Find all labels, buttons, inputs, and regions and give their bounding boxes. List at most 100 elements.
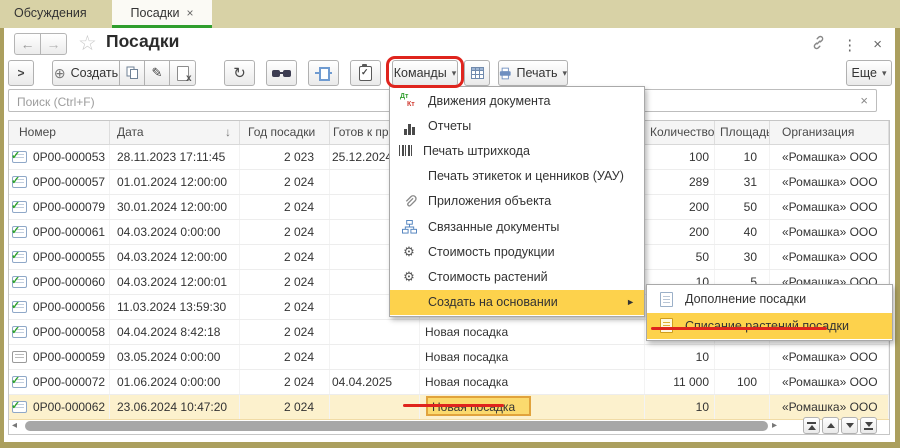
cell-number[interactable]: ✓ 0Р00-000055 [9, 245, 110, 269]
print-button[interactable]: Печать ▾ [498, 60, 568, 86]
go-last-button[interactable] [860, 417, 877, 434]
cell-date[interactable]: 04.04.2024 8:42:18 [110, 320, 240, 344]
cell-date[interactable]: 01.06.2024 0:00:00 [110, 370, 240, 394]
edit-button[interactable]: ✎ [144, 60, 170, 86]
tab-close-icon[interactable]: × [186, 6, 193, 20]
cell-status[interactable]: Новая посадка [420, 320, 645, 344]
panel-toggle-button[interactable]: > [8, 60, 34, 86]
cell-org[interactable]: «Ромашка» ООО [770, 370, 889, 394]
cell-year[interactable]: 2 024 [240, 395, 330, 419]
cell-qty[interactable]: 200 [645, 220, 715, 244]
table-view-button[interactable] [464, 60, 490, 86]
kebab-menu-icon[interactable]: ⋮ [842, 36, 857, 54]
refresh-button[interactable]: ↻ [224, 60, 255, 86]
cell-year[interactable]: 2 024 [240, 370, 330, 394]
cell-area[interactable]: 50 [715, 195, 770, 219]
cell-area[interactable] [715, 345, 770, 369]
cell-area[interactable]: 10 [715, 145, 770, 169]
cell-area[interactable]: 31 [715, 170, 770, 194]
layout-button[interactable] [308, 60, 339, 86]
cell-status[interactable]: Новая посадка [420, 370, 645, 394]
cell-area[interactable] [715, 395, 770, 419]
cell-year[interactable]: 2 023 [240, 145, 330, 169]
cell-number[interactable]: ✓ 0Р00-000058 [9, 320, 110, 344]
cell-date[interactable]: 28.11.2023 17:11:45 [110, 145, 240, 169]
cell-org[interactable]: «Ромашка» ООО [770, 395, 889, 419]
cell-number[interactable]: ✓ 0Р00-000062 [9, 395, 110, 419]
submenu-item[interactable]: Дополнение посадки [647, 286, 892, 313]
cell-status[interactable]: Новая посадка [420, 345, 645, 369]
header-cell-date[interactable]: Дата ↓ [110, 121, 240, 144]
cell-number[interactable]: ✓ 0Р00-000072 [9, 370, 110, 394]
header-cell-org[interactable]: Организация [770, 121, 889, 144]
table-row[interactable]: 0Р00-000059 03.05.2024 0:00:00 2 024 Новая … [9, 345, 889, 370]
cell-number[interactable]: ✓ 0Р00-000061 [9, 220, 110, 244]
cell-org[interactable]: «Ромашка» ООО [770, 220, 889, 244]
cell-org[interactable]: «Ромашка» ООО [770, 170, 889, 194]
cell-org[interactable]: «Ромашка» ООО [770, 345, 889, 369]
scroll-right-icon[interactable]: ▸ [772, 420, 777, 431]
cell-qty[interactable]: 11 000 [645, 370, 715, 394]
more-button[interactable]: Еще ▾ [846, 60, 892, 86]
go-previous-button[interactable] [822, 417, 839, 434]
cell-date[interactable]: 04.03.2024 12:00:01 [110, 270, 240, 294]
cell-qty[interactable]: 10 [645, 395, 715, 419]
cell-org[interactable]: «Ромашка» ООО [770, 145, 889, 169]
cell-number[interactable]: ✓ 0Р00-000057 [9, 170, 110, 194]
menu-item[interactable]: ⚙ Стоимость растений [390, 264, 644, 289]
cell-ready[interactable] [330, 345, 420, 369]
cell-qty[interactable]: 200 [645, 195, 715, 219]
cell-area[interactable]: 40 [715, 220, 770, 244]
cell-date[interactable]: 30.01.2024 12:00:00 [110, 195, 240, 219]
cell-number[interactable]: ✓ 0Р00-000053 [9, 145, 110, 169]
link-icon[interactable] [811, 35, 826, 54]
scroll-left-icon[interactable]: ◂ [12, 420, 17, 431]
header-cell-area[interactable]: Площадь [715, 121, 770, 144]
copy-button[interactable] [119, 60, 145, 86]
search-clear-icon[interactable]: × [860, 93, 868, 108]
cell-date[interactable]: 11.03.2024 13:59:30 [110, 295, 240, 319]
menu-item[interactable]: Печать штрихкода [390, 138, 644, 163]
menu-item[interactable]: Приложения объекта [390, 189, 644, 214]
table-row[interactable]: ✓ 0Р00-000072 01.06.2024 0:00:00 2 024 04.04… [9, 370, 889, 395]
menu-item[interactable]: Отчеты [390, 113, 644, 138]
cell-area[interactable]: 100 [715, 370, 770, 394]
header-cell-number[interactable]: Номер [9, 121, 110, 144]
cell-year[interactable]: 2 024 [240, 320, 330, 344]
menu-item[interactable]: Дт Кт Движения документа [390, 88, 644, 113]
cell-year[interactable]: 2 024 [240, 195, 330, 219]
cell-org[interactable]: «Ромашка» ООО [770, 195, 889, 219]
cell-number[interactable]: ✓ 0Р00-000060 [9, 270, 110, 294]
cell-year[interactable]: 2 024 [240, 270, 330, 294]
table-row[interactable]: ✓ 0Р00-000062 23.06.2024 10:47:20 2 024 Нова… [9, 395, 889, 420]
menu-item[interactable]: Связанные документы [390, 214, 644, 239]
cell-qty[interactable]: 10 [645, 345, 715, 369]
cell-ready[interactable] [330, 320, 420, 344]
menu-item[interactable]: Создать на основании ► [390, 289, 644, 315]
back-button[interactable]: ← [14, 33, 41, 55]
cell-qty[interactable]: 289 [645, 170, 715, 194]
menu-item[interactable]: Печать этикеток и ценников (УАУ) [390, 164, 644, 189]
menu-item[interactable]: ⚙ Стоимость продукции [390, 239, 644, 264]
cell-date[interactable]: 23.06.2024 10:47:20 [110, 395, 240, 419]
cell-year[interactable]: 2 024 [240, 170, 330, 194]
clipboard-button[interactable]: ✓ [350, 60, 381, 86]
cell-number[interactable]: ✓ 0Р00-000056 [9, 295, 110, 319]
commands-button[interactable]: Команды ▾ [392, 60, 458, 86]
forward-button[interactable]: → [40, 33, 67, 55]
cell-date[interactable]: 04.03.2024 0:00:00 [110, 220, 240, 244]
cell-qty[interactable]: 50 [645, 245, 715, 269]
submenu-item[interactable]: Списание растений посадки [647, 312, 892, 339]
cell-year[interactable]: 2 024 [240, 345, 330, 369]
cell-date[interactable]: 03.05.2024 0:00:00 [110, 345, 240, 369]
cell-year[interactable]: 2 024 [240, 245, 330, 269]
cell-ready[interactable]: 04.04.2025 [330, 370, 420, 394]
cell-ready[interactable] [330, 395, 420, 419]
favorite-star-icon[interactable]: ☆ [78, 31, 97, 56]
cell-status[interactable]: Новая посадка [420, 395, 645, 419]
cell-qty[interactable]: 100 [645, 145, 715, 169]
header-cell-year[interactable]: Год посадки [240, 121, 330, 144]
header-cell-qty[interactable]: Количество [645, 121, 715, 144]
horizontal-scrollbar-thumb[interactable] [25, 421, 768, 431]
cell-year[interactable]: 2 024 [240, 220, 330, 244]
